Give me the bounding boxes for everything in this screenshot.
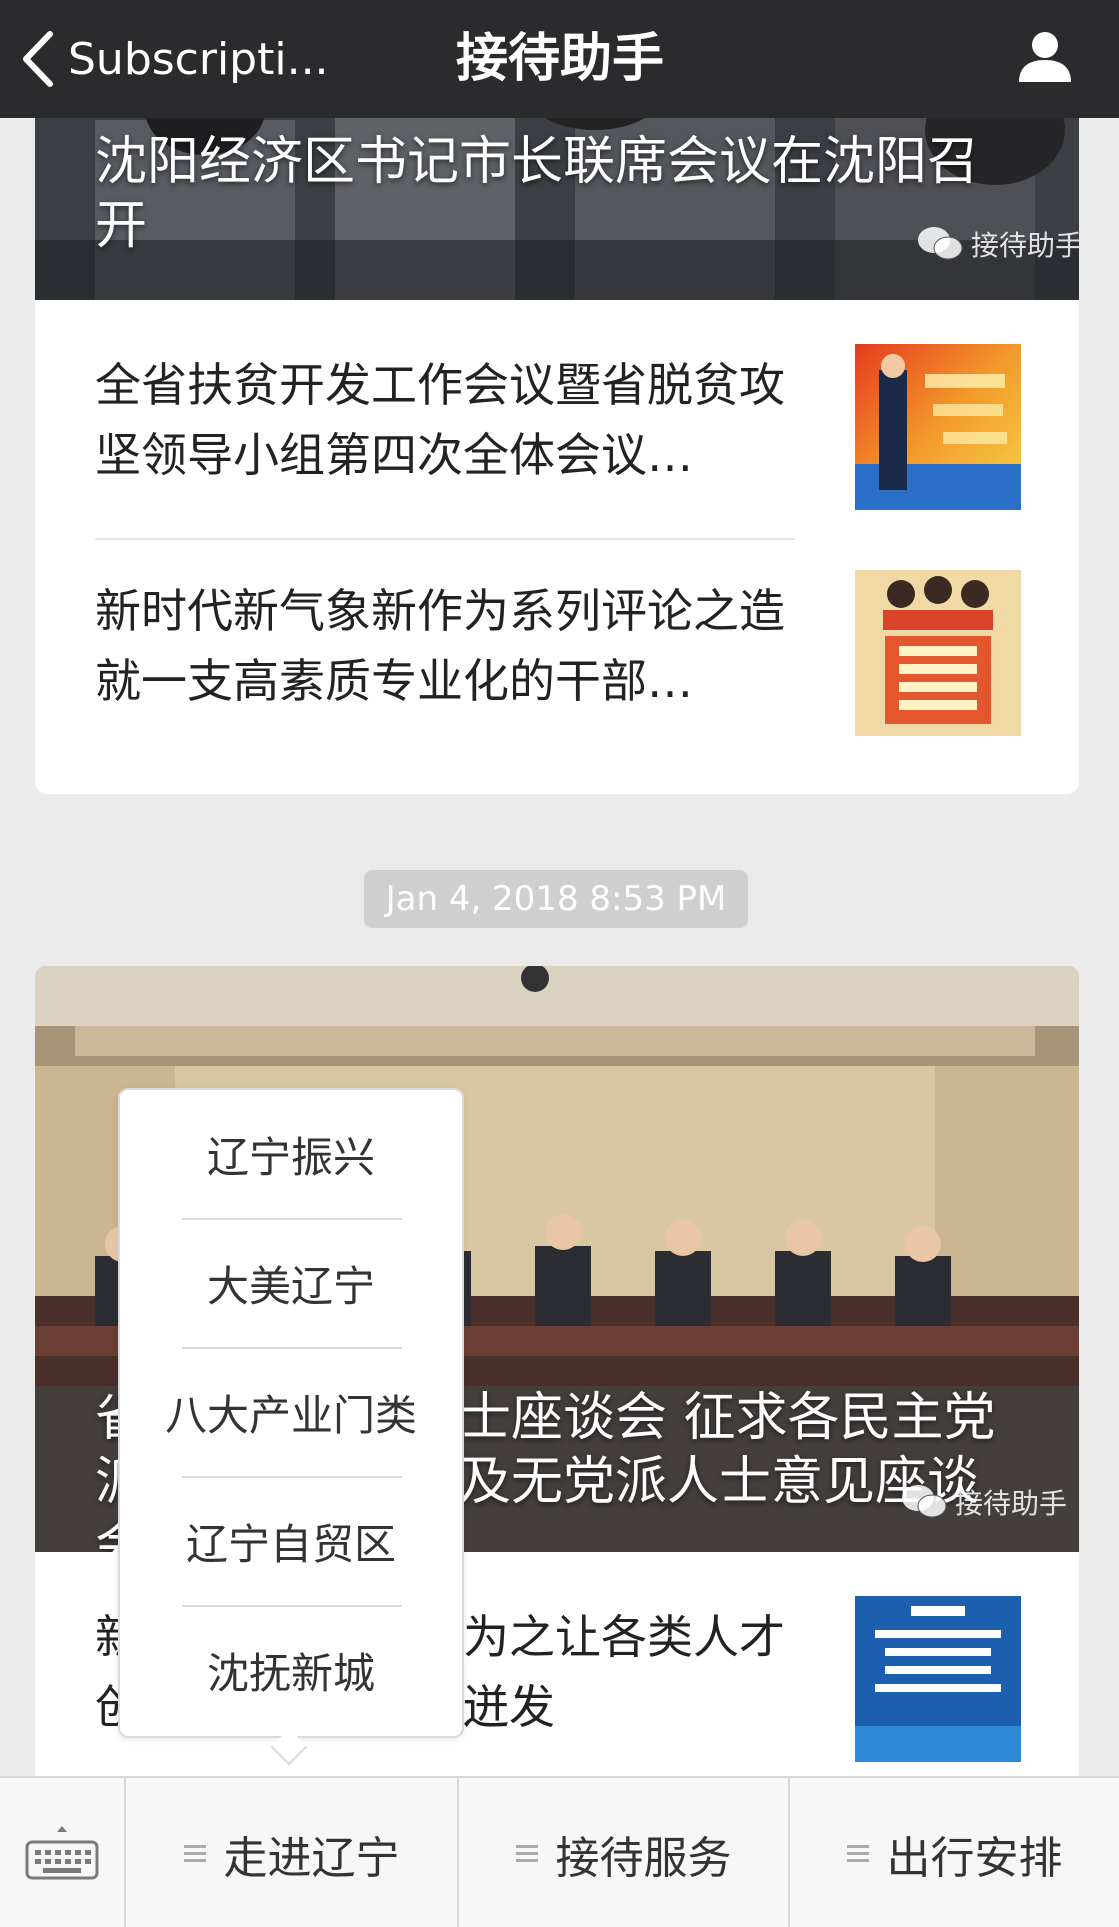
article-title: 新时代新气象新作为系列评论之造就一支高素质专业化的干部… [95,584,785,708]
wechat-icon [917,227,963,260]
watermark-label: 接待助手 [954,1487,1067,1520]
keyboard-icon [25,1825,99,1879]
article-thumbnail [855,570,1021,736]
profile-button[interactable] [1009,20,1081,92]
menu-icon [846,1844,869,1863]
submenu-popup: 辽宁振兴 大美辽宁 八大产业门类 辽宁自贸区 沈抚新城 [118,1088,464,1738]
menu-button-label: 走进辽宁 [223,1832,400,1884]
article-title: 全省扶贫开发工作会议暨省脱贫攻坚领导小组第四次全体会议… [95,358,785,482]
article-thumbnail [855,1596,1021,1762]
submenu-item[interactable]: 辽宁自贸区 [120,1477,462,1605]
article-thumbnail [855,344,1021,510]
submenu-item[interactable]: 大美辽宁 [120,1219,462,1347]
message-timestamp: Jan 4, 2018 8:53 PM [364,870,748,928]
cover-title: 沈阳经济区书记市长联席会议在沈阳召开 [95,132,980,256]
bottom-menu-bar: 走进辽宁 接待服务 出行安排 [0,1776,1119,1927]
wechat-icon [901,1485,947,1518]
watermark: 接待助手 [901,1482,1067,1522]
menu-button-travel-arrangements[interactable]: 出行安排 [788,1778,1119,1927]
article-card: 沈阳经济区书记市长联席会议在沈阳召开 接待助手 全省扶贫开发工作会议暨省脱贫攻坚… [35,60,1079,794]
page-title: 接待助手 [455,29,664,89]
submenu-item[interactable]: 八大产业门类 [120,1348,462,1476]
back-label: Subscripti... [68,33,329,85]
keyboard-toggle-button[interactable] [0,1778,126,1927]
menu-button-explore-liaoning[interactable]: 走进辽宁 [126,1778,457,1927]
menu-icon [183,1844,206,1863]
list-item[interactable]: 新时代新气象新作为系列评论之造就一支高素质专业化的干部… [35,526,1079,752]
chevron-left-icon [23,31,53,87]
menu-button-label: 接待服务 [555,1832,732,1884]
watermark: 接待助手 [917,224,1079,264]
menu-button-label: 出行安排 [886,1832,1063,1884]
back-button[interactable]: Subscripti... [18,22,338,96]
list-item[interactable]: 全省扶贫开发工作会议暨省脱贫攻坚领导小组第四次全体会议… [35,300,1079,526]
submenu-item[interactable]: 沈抚新城 [120,1606,462,1734]
app-screen: Subscripti... 接待助手 沈阳经济区书记市长联席会议在沈阳召开 接待… [0,0,1119,1927]
person-icon [1019,32,1071,82]
submenu-item[interactable]: 辽宁振兴 [120,1090,462,1218]
watermark-label: 接待助手 [970,229,1079,262]
navigation-bar: Subscripti... 接待助手 [0,0,1119,118]
menu-icon [515,1844,538,1863]
menu-button-reception-service[interactable]: 接待服务 [457,1778,788,1927]
